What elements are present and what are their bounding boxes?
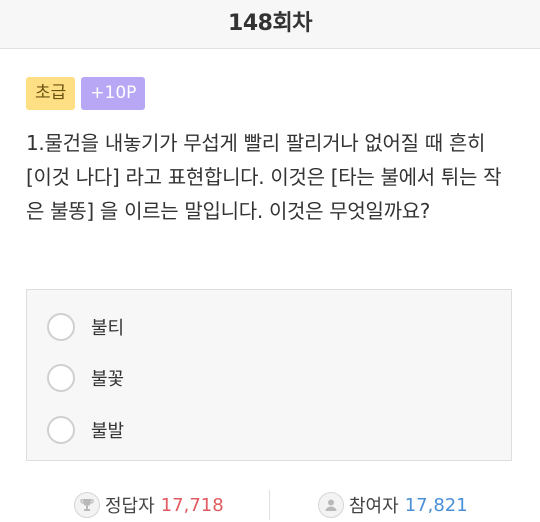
answer-options: 불티 불꽃 불발 xyxy=(26,289,512,461)
question-text: 1.물건을 내놓기가 무섭게 빨리 팔리거나 없어질 때 흔히 [이것 나다] … xyxy=(26,131,502,223)
stats-divider xyxy=(269,490,270,520)
level-badge: 초급 xyxy=(26,77,76,110)
header-bar: 148회차 xyxy=(0,0,540,49)
option-1[interactable]: 불티 xyxy=(47,310,124,344)
option-2[interactable]: 불꽃 xyxy=(47,361,124,395)
stats-bar: 정답자 17,718 참여자 17,821 xyxy=(0,488,540,522)
participants-stat: 참여자 17,821 xyxy=(318,488,468,522)
person-icon xyxy=(318,492,344,518)
correct-stat: 정답자 17,718 xyxy=(74,488,224,522)
badge-row: 초급 +10P xyxy=(26,77,146,110)
correct-count: 17,718 xyxy=(160,494,224,516)
option-label: 불발 xyxy=(91,421,125,442)
participants-label: 참여자 xyxy=(349,496,399,517)
round-title: 148회차 xyxy=(228,11,312,36)
option-label: 불티 xyxy=(91,318,125,339)
option-3[interactable]: 불발 xyxy=(47,413,124,447)
radio-button-icon[interactable] xyxy=(47,416,75,444)
radio-button-icon[interactable] xyxy=(47,364,75,392)
radio-button-icon[interactable] xyxy=(47,313,75,341)
participants-count: 17,821 xyxy=(404,494,468,516)
points-badge: +10P xyxy=(81,77,146,110)
option-label: 불꽃 xyxy=(91,369,125,390)
trophy-icon xyxy=(74,492,100,518)
correct-label: 정답자 xyxy=(105,496,155,517)
